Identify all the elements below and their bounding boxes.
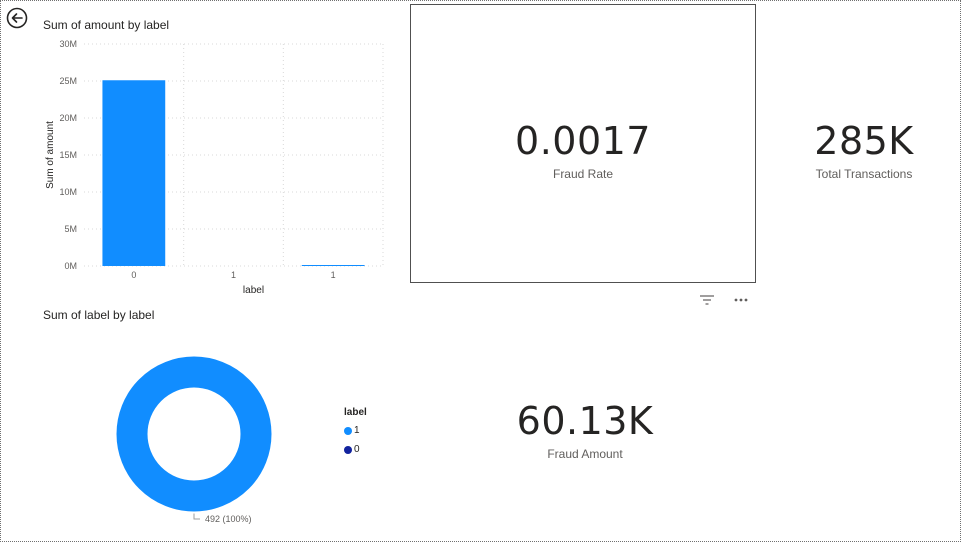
legend-marker [344,426,352,435]
y-tick-label: 15M [59,150,77,160]
legend-title: label [344,407,367,418]
x-axis-title: label [243,285,264,296]
bar [301,265,365,266]
y-tick-label: 30M [59,39,77,49]
fraud-rate-label: Fraud Rate [552,167,614,181]
more-options-icon[interactable] [732,292,750,308]
y-tick-label: 10M [59,187,77,197]
legend-label: 1 [354,425,360,436]
donut-chart-title: Sum of label by label [43,308,155,322]
y-tick-label: 20M [59,113,77,123]
visual-header [698,292,758,308]
bar-chart: 0M 5M 10M 15M 20M 25M 30M 0 1 1 label Sum of amount [45,39,384,296]
legend-item[interactable]: 0 [344,440,367,459]
donut-data-label: 492 (100%) [205,514,252,524]
fraud-amount-value: 60.13K [516,399,654,443]
x-tick-label: 1 [331,270,336,280]
y-tick-label: 5M [64,224,77,234]
bar [102,80,166,266]
total-transactions-label: Total Transactions [815,167,913,181]
legend-marker [344,445,352,454]
y-axis-title: Sum of amount [45,121,56,189]
fraud-amount-label: Fraud Amount [547,447,623,461]
fraud-rate-value: 0.0017 [515,119,651,163]
bar-chart-title: Sum of amount by label [43,18,170,32]
data-label-leader [193,513,200,520]
legend-label: 0 [354,444,360,455]
y-tick-label: 25M [59,76,77,86]
donut-chart: 492 (100%) [116,356,272,524]
x-tick-label: 0 [131,270,136,280]
legend-item[interactable]: 1 [344,421,367,440]
donut-legend: label 1 0 [344,407,367,459]
total-transactions-value: 285K [814,119,914,163]
back-arrow-icon[interactable] [6,7,28,29]
donut-slice [116,356,272,512]
filter-icon[interactable] [698,292,716,308]
y-tick-label: 0M [64,261,77,271]
x-tick-label: 1 [231,270,236,280]
